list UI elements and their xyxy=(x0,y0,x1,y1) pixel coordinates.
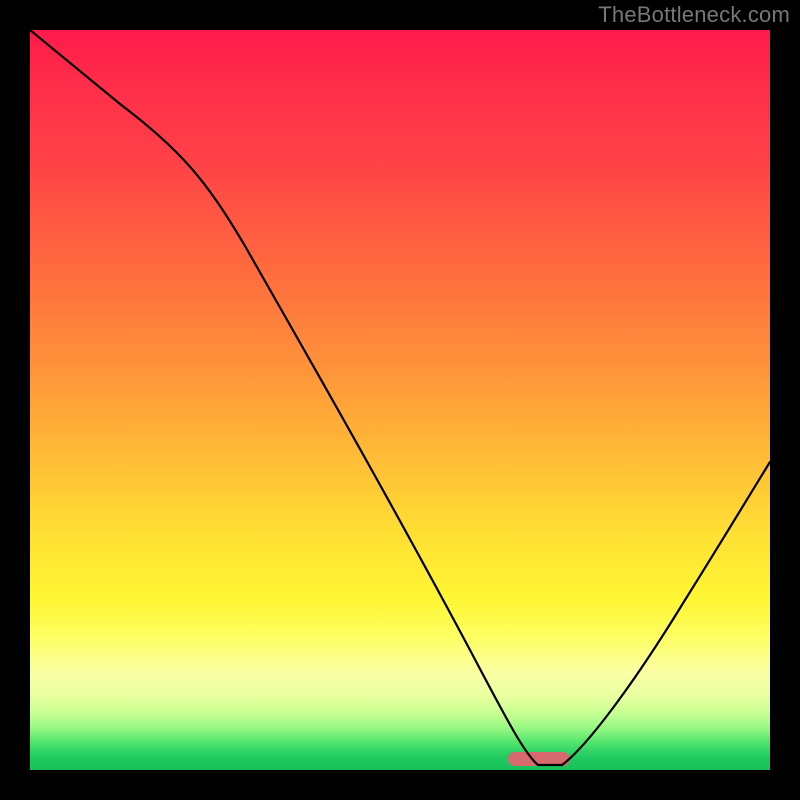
watermark-text: TheBottleneck.com xyxy=(598,2,790,28)
bottleneck-curve xyxy=(30,30,770,765)
chart-stage: TheBottleneck.com xyxy=(0,0,800,800)
plot-area xyxy=(30,30,770,770)
chart-overlay xyxy=(30,30,770,770)
